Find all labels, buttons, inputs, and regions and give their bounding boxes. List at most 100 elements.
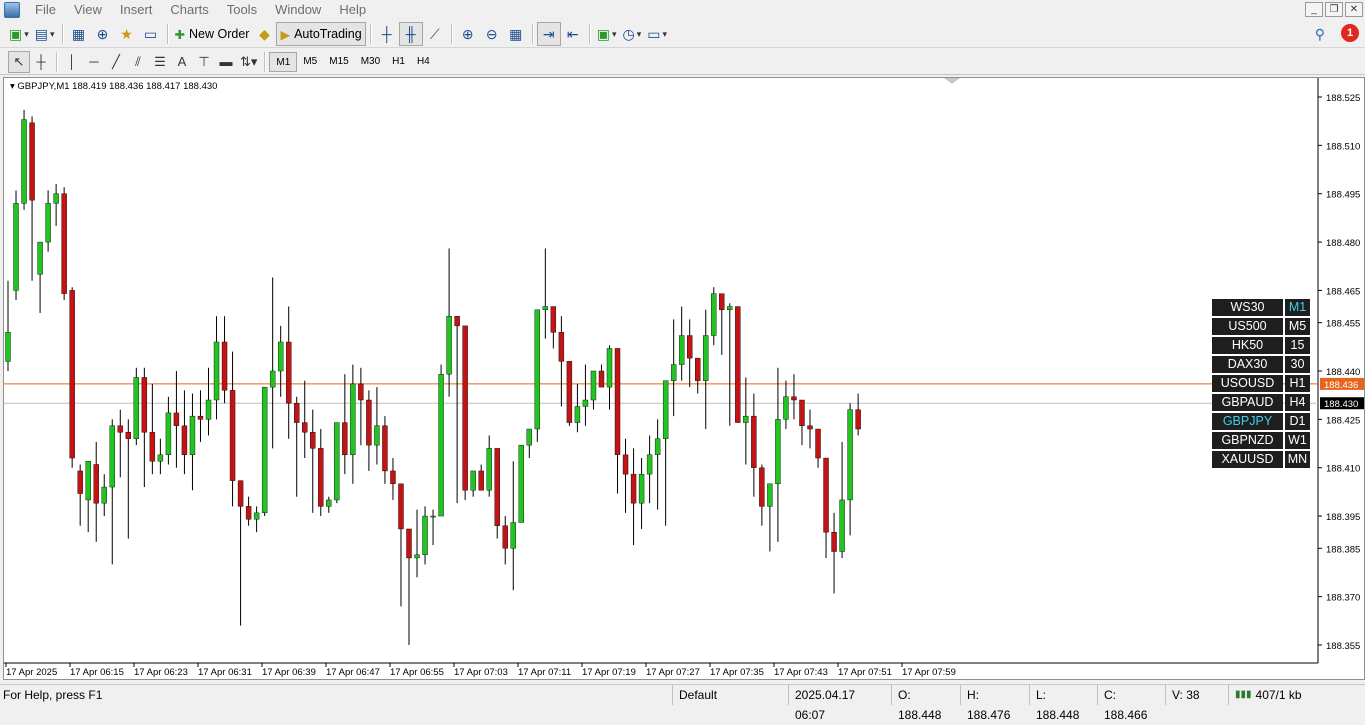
bear-candle	[310, 432, 316, 449]
timeframe-m30[interactable]: M30	[355, 52, 386, 72]
fibonacci-icon: ☰	[154, 53, 166, 69]
panel-timeframe-m1[interactable]: M1	[1285, 299, 1310, 316]
bull-candle	[727, 306, 733, 310]
auto-scroll-button[interactable]: ⇥	[536, 22, 561, 46]
panel-timeframe-30[interactable]: 30	[1285, 356, 1310, 373]
symbol-button-xauusd[interactable]: XAUUSD	[1212, 451, 1283, 468]
arrows-button[interactable]: ⇅▾	[237, 51, 260, 73]
metaeditor-button[interactable]: ◆	[252, 22, 276, 46]
timeframe-h1[interactable]: H1	[386, 52, 411, 72]
menu-window[interactable]: Window	[266, 0, 330, 20]
separator	[531, 24, 533, 44]
price-tick-label: 188.510	[1326, 141, 1360, 152]
status-help: For Help, press F1	[3, 687, 103, 702]
panel-timeframe-w1[interactable]: W1	[1285, 432, 1310, 449]
symbol-button-gbpaud[interactable]: GBPAUD	[1212, 394, 1283, 411]
bear-candle	[550, 306, 557, 333]
symbol-button-ws30[interactable]: WS30	[1212, 299, 1283, 316]
symbol-row: XAUUSD MN	[1212, 451, 1310, 468]
auto-scroll-icon: ⇥	[542, 25, 555, 42]
menu-view[interactable]: View	[65, 0, 111, 20]
panel-timeframe-m5[interactable]: M5	[1285, 318, 1310, 335]
bear-candle	[799, 399, 805, 427]
zoom-out-button[interactable]: ⊖	[480, 22, 504, 46]
bar-chart-button[interactable]: ┼	[375, 22, 399, 46]
bear-candle	[695, 357, 701, 381]
market-watch-button[interactable]: ▦	[67, 22, 91, 46]
new-order-button[interactable]: ✚ New Order	[172, 22, 253, 46]
symbol-button-dax30[interactable]: DAX30	[1212, 356, 1283, 373]
panel-timeframe-15[interactable]: 15	[1285, 337, 1310, 354]
symbol-button-us500[interactable]: US500	[1212, 318, 1283, 335]
bear-candle	[791, 396, 797, 401]
last-price-label: 188.430	[1324, 399, 1358, 410]
bull-candle	[767, 483, 773, 507]
restore-button[interactable]: ❐	[1325, 2, 1343, 17]
menu-file[interactable]: File	[26, 0, 65, 20]
price-chart[interactable]: 188.525 188.510 188.495 188.480 188.465 188.4…	[4, 78, 1364, 679]
bull-candle	[703, 335, 709, 381]
line-chart-button[interactable]: ⟋	[423, 22, 447, 46]
chart-shift-button[interactable]: ⇤	[561, 22, 585, 46]
profiles-button[interactable]: ▤	[32, 22, 58, 46]
crosshair-tool-button[interactable]: ┼	[30, 51, 52, 73]
menu-charts[interactable]: Charts	[161, 0, 217, 20]
text-tool-button[interactable]: A	[171, 51, 193, 73]
vertical-line-button[interactable]: │	[61, 51, 83, 73]
horizontal-line-button[interactable]: ─	[83, 51, 105, 73]
rectangle-button[interactable]: ▬	[215, 51, 237, 73]
chart-window[interactable]: 188.525 188.510 188.495 188.480 188.465 188.4…	[3, 77, 1365, 680]
tile-windows-button[interactable]: ▦	[504, 22, 528, 46]
fibonacci-button[interactable]: ☰	[149, 51, 171, 73]
minimize-button[interactable]: _	[1305, 2, 1323, 17]
autotrading-button[interactable]: ▶ AutoTrading	[276, 22, 366, 46]
bull-candle	[109, 425, 115, 488]
symbol-button-usousd[interactable]: USOUSD	[1212, 375, 1283, 392]
symbol-button-hk50[interactable]: HK50	[1212, 337, 1283, 354]
symbol-button-gbpjpy[interactable]: GBPJPY	[1212, 413, 1283, 430]
bear-candle	[735, 306, 741, 423]
app-icon	[4, 2, 20, 18]
new-chart-button[interactable]: ▣	[6, 22, 32, 46]
timeframe-m1[interactable]: M1	[269, 51, 298, 72]
navigator-button[interactable]: ★	[115, 22, 139, 46]
bear-candle	[566, 361, 573, 423]
panel-timeframe-d1[interactable]: D1	[1285, 413, 1310, 430]
terminal-button[interactable]: ▭	[139, 22, 163, 46]
menu-help[interactable]: Help	[330, 0, 375, 20]
text-label-button[interactable]: ⊤	[193, 51, 215, 73]
close-button[interactable]: ✕	[1345, 2, 1363, 17]
data-window-button[interactable]: ⊕	[91, 22, 115, 46]
bull-candle	[133, 377, 140, 439]
symbol-button-gbpnzd[interactable]: GBPNZD	[1212, 432, 1283, 449]
periods-button[interactable]: ◷	[619, 22, 644, 46]
timeframe-m15[interactable]: M15	[323, 52, 354, 72]
symbol-row: USOUSD H1	[1212, 375, 1310, 392]
panel-timeframe-h1[interactable]: H1	[1285, 375, 1310, 392]
templates-button[interactable]: ▭	[644, 22, 670, 46]
price-tick-label: 188.355	[1326, 641, 1360, 652]
panel-timeframe-mn[interactable]: MN	[1285, 451, 1310, 468]
cursor-tool-button[interactable]: ↖	[8, 50, 30, 73]
bear-candle	[117, 425, 123, 433]
bear-candle	[494, 448, 500, 526]
chart-shift-marker[interactable]	[944, 78, 960, 84]
vertical-line-icon: │	[67, 54, 77, 69]
price-tick-label: 188.385	[1326, 544, 1360, 555]
price-tick-label: 188.395	[1326, 512, 1360, 523]
search-icon[interactable]: ⚲	[1315, 26, 1325, 43]
alerts-badge[interactable]: 1	[1341, 24, 1359, 42]
equidistant-channel-button[interactable]: ⫽	[127, 51, 149, 73]
bear-candle	[302, 422, 308, 433]
timeframe-m5[interactable]: M5	[297, 52, 323, 72]
timeframe-h4[interactable]: H4	[411, 52, 436, 72]
bear-candle	[687, 335, 693, 359]
menu-tools[interactable]: Tools	[218, 0, 266, 20]
panel-timeframe-h4[interactable]: H4	[1285, 394, 1310, 411]
indicators-button[interactable]: ▣	[594, 22, 620, 46]
candlestick-button[interactable]: ╫	[398, 22, 423, 46]
menu-insert[interactable]: Insert	[111, 0, 162, 20]
zoom-in-button[interactable]: ⊕	[456, 22, 480, 46]
trendline-button[interactable]: ╱	[105, 51, 127, 73]
time-tick-label: 17 Apr 07:51	[838, 667, 892, 678]
